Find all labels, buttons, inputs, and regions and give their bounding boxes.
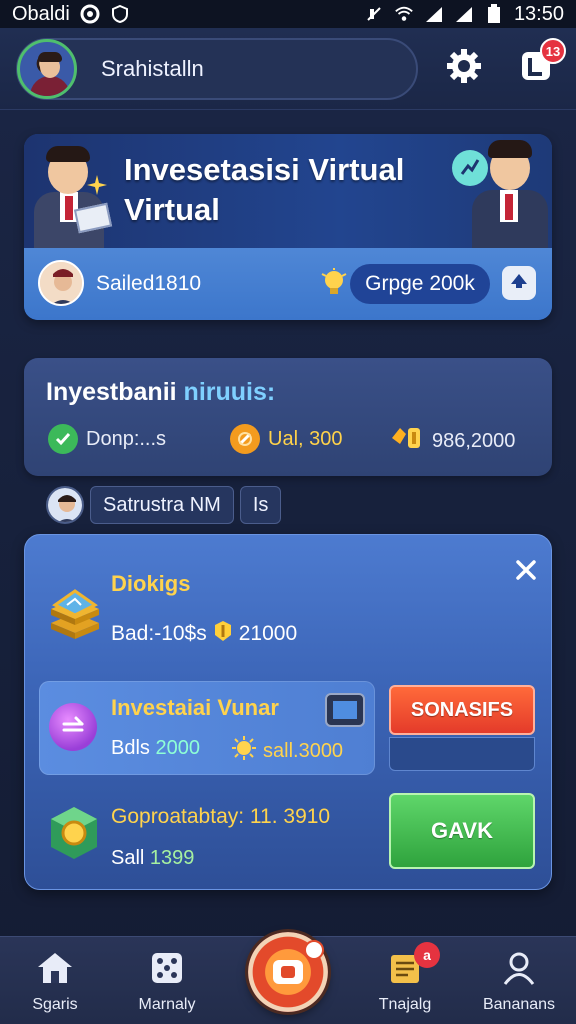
circle-icon [80,4,100,24]
avatar[interactable] [46,486,84,524]
trading-badge: a [414,942,440,968]
buy-button-label: GAVK [431,818,493,843]
summary-title-accent: niruuis: [183,378,276,406]
stat-total-value: 986,2000 [432,429,516,452]
play-icon [273,960,303,984]
battery-icon [484,4,504,24]
nav-item-label: Marnaly [138,996,196,1013]
section-value-prefix: Bad:-10$s [111,622,207,645]
grade-label: Grpge 200k [365,272,475,295]
bulb-icon [320,268,348,303]
notification-badge: 13 [540,38,566,64]
hero-info-bar: Sailed1810 Grpge 200k [24,248,552,320]
wifi-icon [394,4,414,24]
stat-total: 986,2000 [390,424,515,458]
summary-title: Inyestbanii niruuis: [46,378,275,407]
investment-row-balance-value: 2000 [155,737,200,759]
signal-icon [454,4,474,24]
summary-title-main: Inyestbanii [46,378,177,406]
settings-button[interactable] [442,46,486,90]
filter-chip-label: Satrustra NM [103,493,221,516]
arrow-up-icon [509,271,529,296]
money-icon [390,424,424,458]
carrier-label: Obaldi [12,2,70,25]
sparkle-icon [86,174,108,201]
user-icon [502,951,536,990]
swirl-icon [49,703,97,751]
close-icon [515,559,537,586]
summary-card: Inyestbanii niruuis: Donp:...s Ual, 300 … [24,358,552,476]
section-title: Diokigs [111,571,191,596]
user-name: Srahistalln [101,56,204,81]
investment-row-balance: Bdls 2000 [111,737,200,760]
avatar[interactable] [17,39,77,99]
filter-chip[interactable]: Satrustra NM [90,486,234,524]
center-badge [304,940,324,960]
nav-item-home[interactable]: Sgaris [0,951,110,1014]
avatar [38,260,84,306]
grade-pill[interactable]: Grpge 200k [350,264,490,304]
coin-icon [211,619,235,649]
gold-stack-icon [47,583,103,648]
device-icon [325,693,365,727]
clock: 13:50 [513,2,564,25]
coin-icon [230,424,260,454]
hero-title-line2: Virtual [124,192,220,227]
stat-done-value: Donp:...s [86,427,167,450]
notifications-button[interactable]: 13 [514,38,566,90]
stat-coins: Ual, 300 [230,424,343,454]
close-button[interactable] [511,557,541,587]
return-value: Sall 1399 [111,847,194,870]
investment-row-balance-label: Bdls [111,737,150,759]
filter-chip-suffix[interactable]: Is [239,486,282,524]
mute-icon [364,4,384,24]
app-header: Srahistalln 13 [0,28,576,110]
investment-row[interactable]: Investaiai Vunar Bdls 2000 sall.3000 [39,681,375,775]
section-value: Bad:-10$s 21000 [111,619,297,649]
nav-item-market[interactable]: Marnaly [112,951,222,1014]
status-bar: Obaldi 13:50 [0,0,576,28]
buy-button[interactable]: GAVK [389,793,535,869]
gem-icon [47,805,101,866]
return-value-label: Sall [111,847,145,869]
chip-row: Satrustra NM Is [46,486,282,524]
nav-item-label: Bananans [482,996,556,1013]
filter-chip-suffix-label: Is [252,493,269,516]
shield-icon [110,4,130,24]
signal-icon [424,4,444,24]
nav-item-trading[interactable]: Tnajalg [350,951,460,1014]
investment-row-sales-value: sall.3000 [263,739,344,762]
sold-count: Sailed1810 [96,272,202,295]
investment-row-title: Investaiai Vunar [111,695,279,720]
dice-icon [150,951,184,990]
hero-title-line1: Invesetasisi Virtual [124,152,405,187]
return-summary: Goproatabtay: 11. 3910 [111,805,331,828]
hero-banner[interactable]: Invesetasisi Virtual Virtual Sailed1810 … [24,134,552,320]
nav-item-label: Sgaris [32,996,78,1013]
sun-icon [231,735,257,767]
investment-detail-panel: Diokigs Bad:-10$s 21000 Investaiai Vunar… [24,534,552,890]
sell-button[interactable]: SONASIFS [389,685,535,735]
nav-item-label: Tnajalg [378,996,432,1013]
return-value-number: 1399 [149,847,195,869]
section-value-suffix: 21000 [238,622,298,645]
user-profile-pill[interactable]: Srahistalln [16,38,418,100]
investment-row-sales: sall.3000 [231,735,343,767]
businessman-illustration [464,136,552,248]
check-icon [48,424,78,454]
stat-coins-value: Ual, 300 [268,427,343,450]
hero-title: Invesetasisi Virtual Virtual [124,150,444,230]
home-icon [36,951,74,990]
nav-item-profile[interactable]: Bananans [464,951,574,1014]
sell-button-label: SONASIFS [410,698,514,721]
gear-icon [444,46,484,91]
stat-done: Donp:...s [48,424,166,454]
upgrade-button[interactable] [502,266,536,300]
sell-button-base [389,737,535,771]
